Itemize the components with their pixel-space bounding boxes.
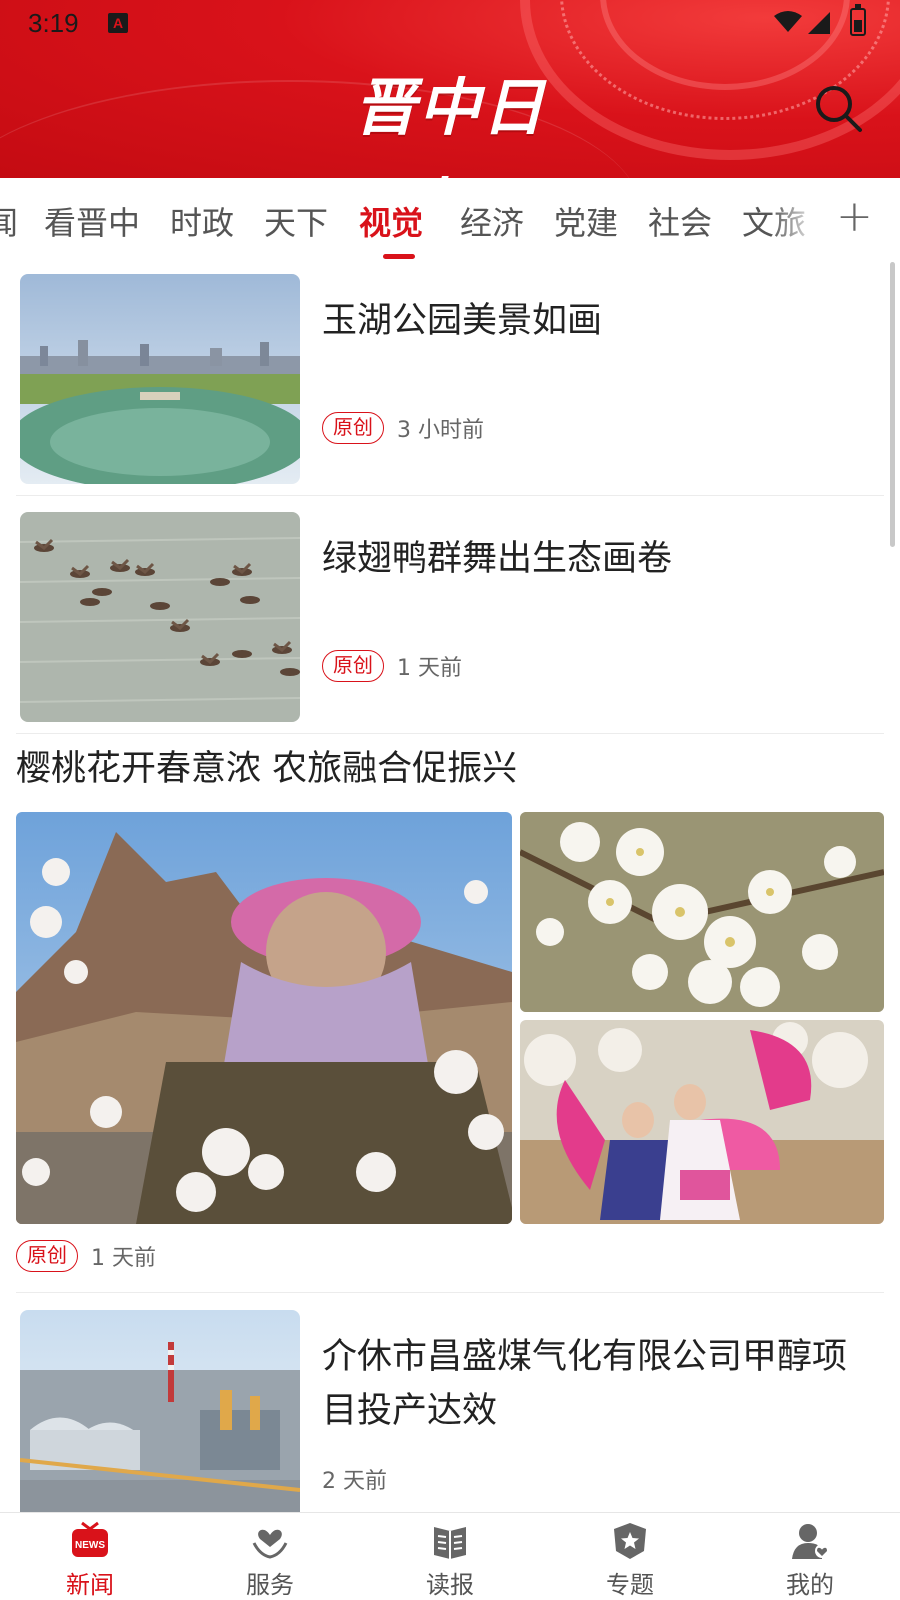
active-tab-indicator xyxy=(383,254,415,259)
nav-service-label: 服务 xyxy=(246,1571,294,1599)
tab-news[interactable]: 闻 xyxy=(0,198,18,244)
service-icon xyxy=(252,1529,288,1559)
feed-scrollbar[interactable] xyxy=(890,262,895,547)
article-thumbnail[interactable] xyxy=(20,512,300,722)
list-item[interactable]: 玉湖公园美景如画 原创 3 小时前 xyxy=(16,274,884,484)
list-item[interactable]: 绿翅鸭群舞出生态画卷 原创 1 天前 xyxy=(16,512,884,722)
tab-visual[interactable]: 视觉 xyxy=(359,198,423,244)
article-thumbnail[interactable] xyxy=(20,274,300,484)
article-thumbnail[interactable] xyxy=(20,1310,300,1512)
nav-profile[interactable]: 我的 xyxy=(720,1513,900,1600)
ducks-flying-image xyxy=(20,512,300,722)
tab-economy[interactable]: 经济 xyxy=(460,198,524,244)
wifi-icon xyxy=(774,11,802,32)
nav-topics-label: 专题 xyxy=(606,1571,654,1599)
white-blossom-image xyxy=(520,812,884,1012)
article-time: 1 天前 xyxy=(91,1246,156,1271)
tab-politics[interactable]: 时政 xyxy=(170,198,234,244)
profile-icon xyxy=(792,1524,829,1559)
nav-news[interactable]: NEWS 新闻 xyxy=(0,1513,180,1600)
original-badge: 原创 xyxy=(322,650,384,682)
fan-dancers-image xyxy=(520,1020,884,1224)
category-tabs: 闻 看晋中 时政 天下 视觉 经济 党建 社会 文旅 + xyxy=(0,178,900,262)
divider xyxy=(16,733,884,734)
nav-read-paper-label: 读报 xyxy=(426,1571,474,1599)
tab-society[interactable]: 社会 xyxy=(648,198,712,244)
divider xyxy=(16,1292,884,1293)
svg-text:NEWS: NEWS xyxy=(75,1540,105,1551)
signal-icon xyxy=(808,12,830,34)
original-badge: 原创 xyxy=(16,1240,78,1272)
article-time: 2 天前 xyxy=(322,1469,387,1494)
chemical-plant-image xyxy=(20,1310,300,1512)
article-title[interactable]: 玉湖公园美景如画 xyxy=(322,294,867,348)
gallery-image-bottom[interactable] xyxy=(520,1020,884,1224)
app-header: 3:19 A 晋中日报 xyxy=(0,0,900,178)
status-time: 3:19 xyxy=(28,8,79,38)
plus-icon: + xyxy=(836,191,873,242)
notification-icon: A xyxy=(108,13,128,33)
app-logo: 晋中日报 xyxy=(353,71,546,178)
article-time: 1 天前 xyxy=(397,656,462,681)
battery-icon xyxy=(850,4,866,36)
topic-badge-icon xyxy=(614,1523,646,1559)
nav-news-label: 新闻 xyxy=(66,1571,114,1599)
nav-profile-label: 我的 xyxy=(786,1571,834,1599)
gallery-title[interactable]: 樱桃花开春意浓 农旅融合促振兴 xyxy=(16,744,517,794)
gallery-main-image[interactable] xyxy=(16,812,512,1224)
add-tab-button[interactable]: + xyxy=(820,178,900,262)
newspaper-icon xyxy=(434,1527,466,1559)
original-badge: 原创 xyxy=(322,412,384,444)
lake-park-image xyxy=(20,274,300,484)
article-title[interactable]: 绿翅鸭群舞出生态画卷 xyxy=(322,532,867,586)
list-item[interactable]: 介休市昌盛煤气化有限公司甲醇项目投产达效 2 天前 xyxy=(16,1310,884,1512)
article-time: 3 小时前 xyxy=(397,418,484,443)
search-icon[interactable] xyxy=(812,82,864,134)
news-icon: NEWS xyxy=(72,1521,108,1557)
tab-party[interactable]: 党建 xyxy=(554,198,618,244)
news-feed[interactable]: 玉湖公园美景如画 原创 3 小时前 绿翅鸭群舞出生态画卷 原创 1 天前 樱桃花… xyxy=(0,262,900,1512)
tab-world[interactable]: 天下 xyxy=(264,198,328,244)
farmer-cherry-blossom-image xyxy=(16,812,512,1224)
bottom-nav: NEWS 新闻 服务 读报 专题 我的 xyxy=(0,1512,900,1600)
tab-jinzhong[interactable]: 看晋中 xyxy=(44,198,140,244)
nav-topics[interactable]: 专题 xyxy=(540,1513,720,1600)
nav-service[interactable]: 服务 xyxy=(180,1513,360,1600)
article-title[interactable]: 介休市昌盛煤气化有限公司甲醇项目投产达效 xyxy=(322,1330,867,1438)
status-bar: 3:19 A xyxy=(0,0,900,48)
divider xyxy=(16,495,884,496)
nav-read-paper[interactable]: 读报 xyxy=(360,1513,540,1600)
gallery-image-top[interactable] xyxy=(520,812,884,1012)
